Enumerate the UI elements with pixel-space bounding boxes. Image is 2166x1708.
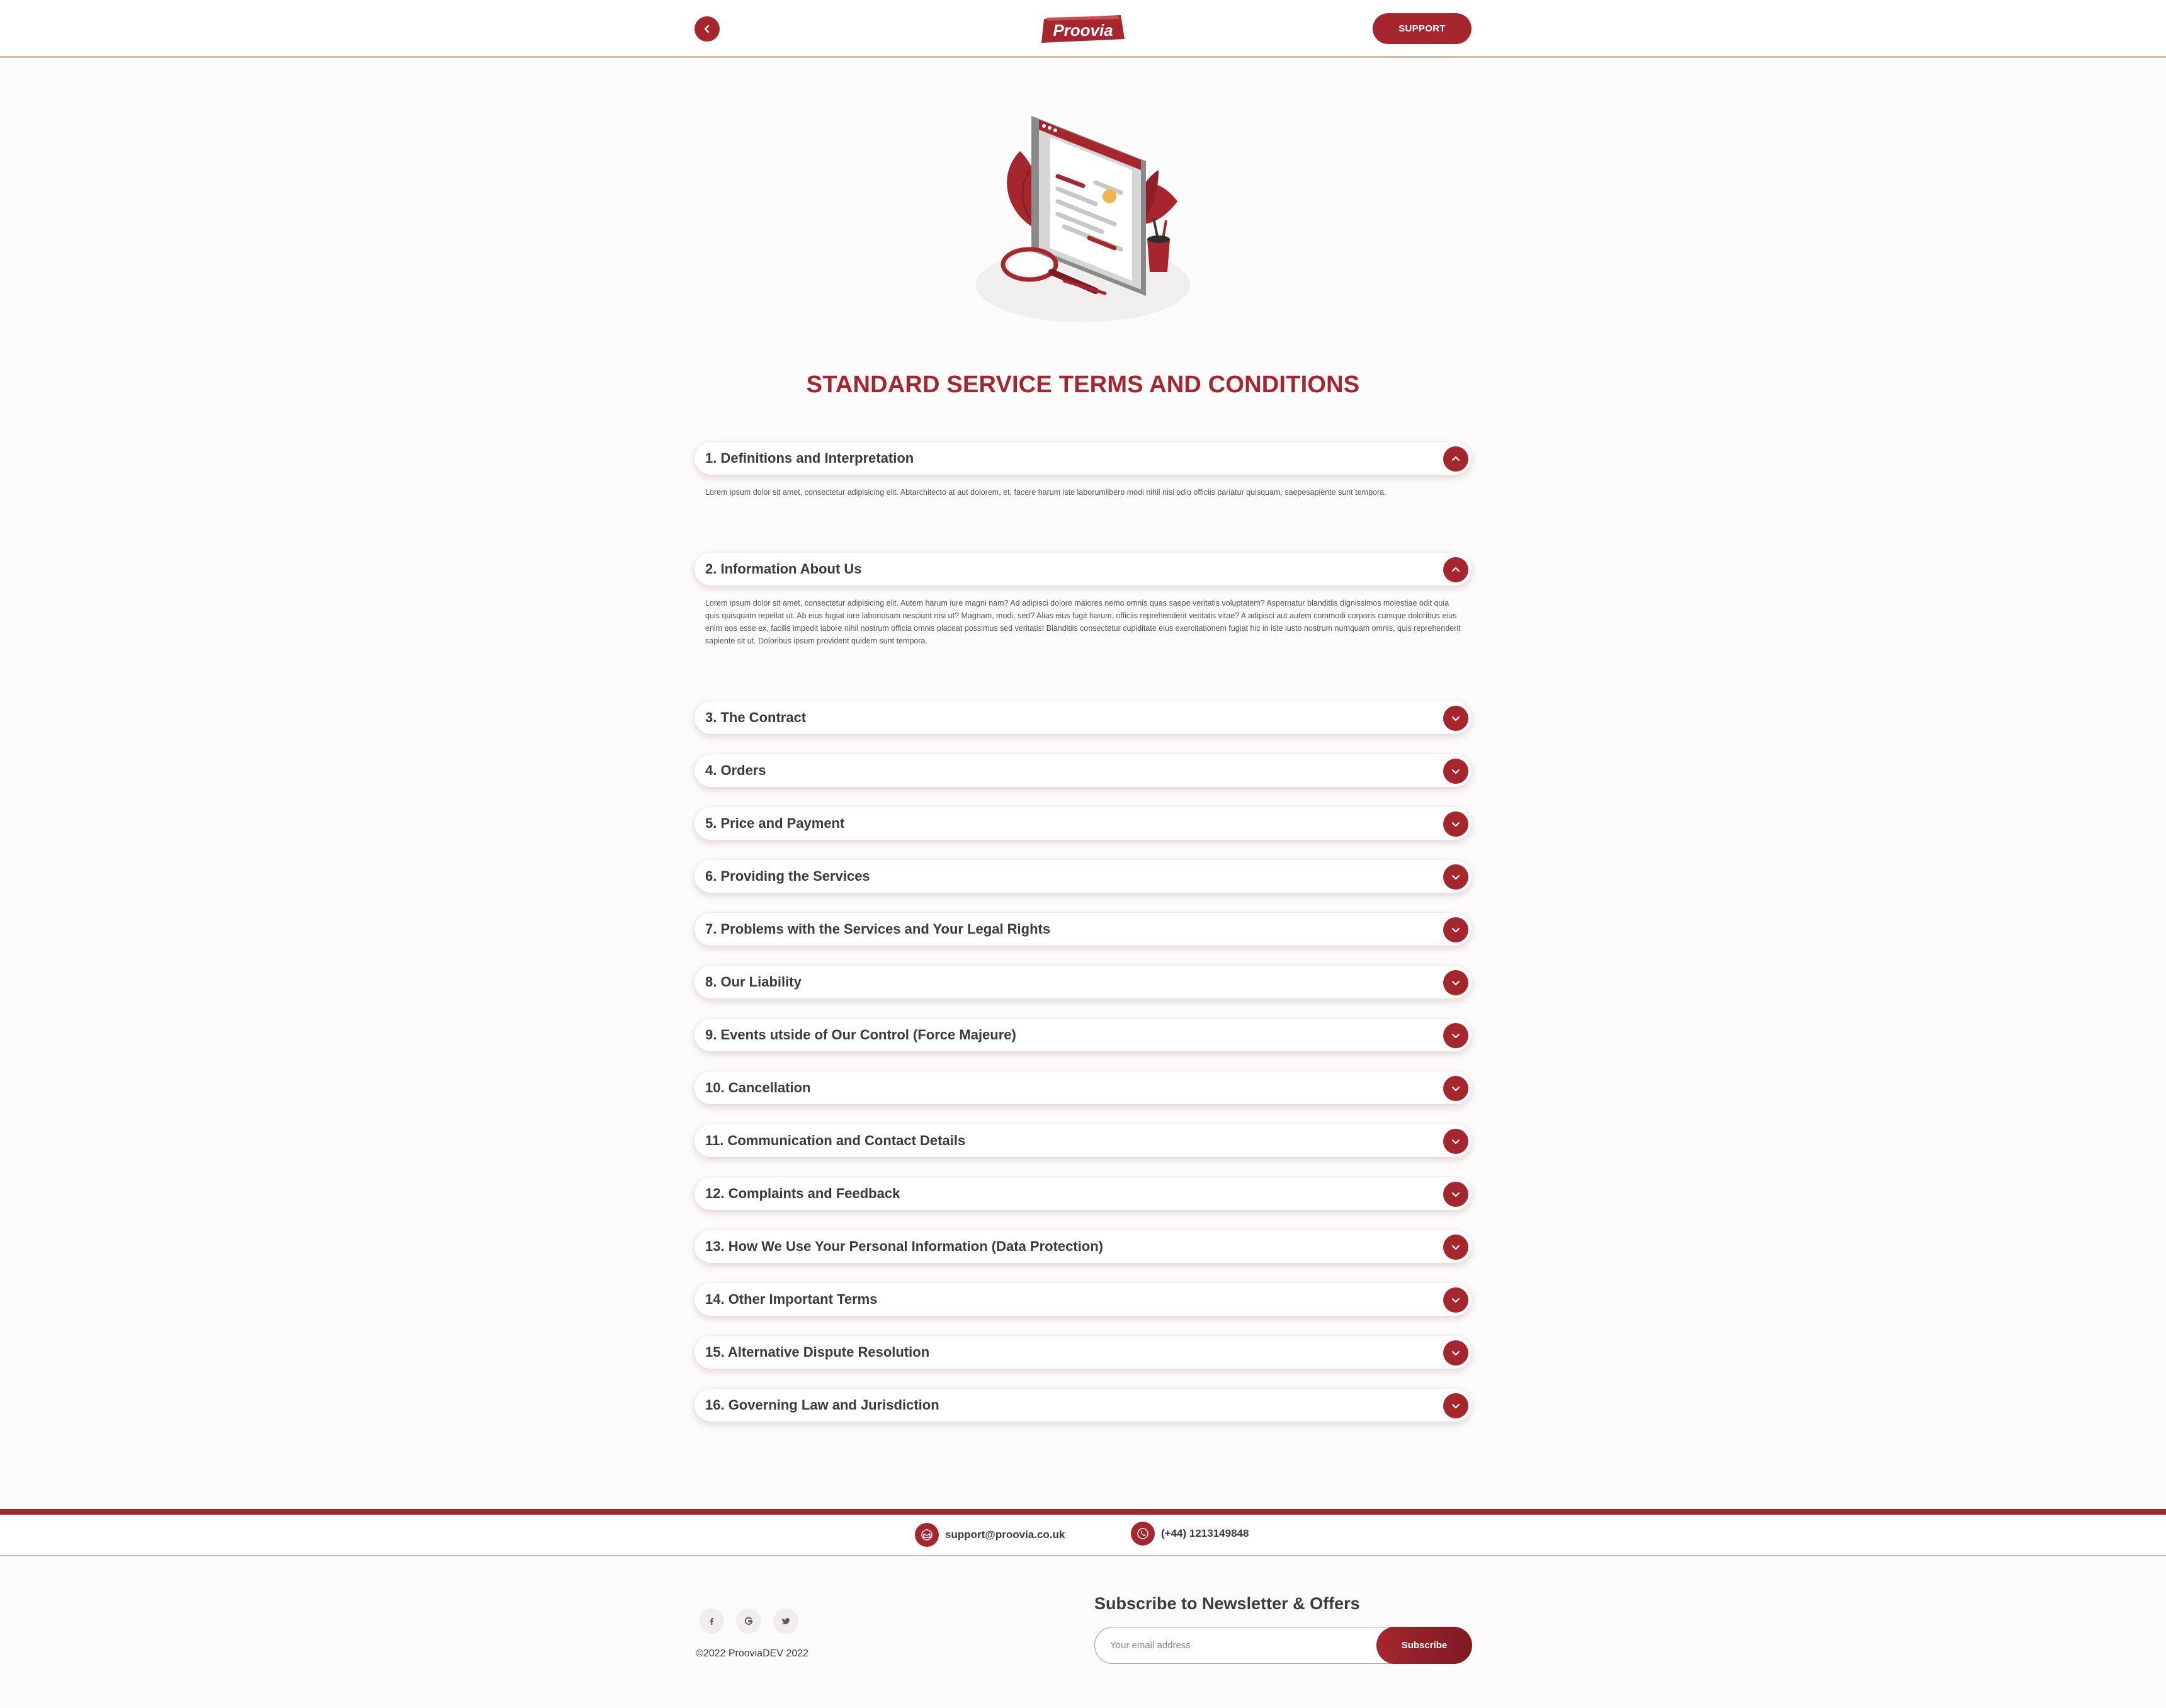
accordion-item-price-and-payment[interactable]: 5. Price and Payment xyxy=(695,807,1471,840)
accordion-toggle[interactable] xyxy=(1443,864,1468,890)
chevron-down-icon xyxy=(1451,822,1460,827)
accordion-label: 8. Our Liability xyxy=(705,974,802,990)
top-header: Proovia SUPPORT xyxy=(0,0,2166,58)
chevron-up-icon xyxy=(1451,567,1460,572)
chevron-down-icon xyxy=(1451,1033,1460,1039)
accordion-item-data-protection[interactable]: 13. How We Use Your Personal Information… xyxy=(695,1230,1471,1263)
chevron-down-icon xyxy=(1451,716,1460,721)
chevron-down-icon xyxy=(1451,927,1460,933)
page-title: STANDARD SERVICE TERMS AND CONDITIONS xyxy=(806,371,1360,398)
facebook-icon xyxy=(710,1618,713,1625)
facebook-button[interactable] xyxy=(699,1609,724,1634)
accordion-toggle[interactable] xyxy=(1443,557,1468,582)
accordion-label: 2. Information About Us xyxy=(705,561,862,577)
subscribe-button[interactable]: Subscribe xyxy=(1376,1627,1472,1664)
accordion-label: 13. How We Use Your Personal Information… xyxy=(705,1238,1104,1254)
accordion-toggle[interactable] xyxy=(1443,759,1468,784)
accordion-label: 12. Complaints and Feedback xyxy=(705,1185,900,1201)
accordion-item-governing-law[interactable]: 16. Governing Law and Jurisdiction xyxy=(695,1389,1471,1422)
google-button[interactable] xyxy=(736,1609,761,1634)
terms-illustration xyxy=(970,107,1196,334)
accordion-body-information-about-us: Lorem ipsum dolor sit amet, consectetur … xyxy=(705,599,1461,645)
google-icon xyxy=(744,1617,753,1625)
accordion-toggle[interactable] xyxy=(1443,1287,1468,1313)
accordion-label: 9. Events utside of Our Control (Force M… xyxy=(705,1027,1016,1043)
chevron-down-icon xyxy=(1451,1245,1460,1250)
accordion-item-force-majeure[interactable]: 9. Events utside of Our Control (Force M… xyxy=(695,1019,1471,1051)
phone-icon xyxy=(1131,1522,1155,1546)
accordion-toggle[interactable] xyxy=(1443,970,1468,995)
accordion-item-the-contract[interactable]: 3. The Contract xyxy=(695,701,1471,734)
accordion-label: 5. Price and Payment xyxy=(705,815,845,831)
support-button[interactable]: SUPPORT xyxy=(1373,13,1471,44)
email-icon xyxy=(915,1523,939,1547)
accordion-label: 16. Governing Law and Jurisdiction xyxy=(705,1397,939,1413)
accordion-item-providing-the-services[interactable]: 6. Providing the Services xyxy=(695,860,1471,893)
accordion-item-dispute-resolution[interactable]: 15. Alternative Dispute Resolution xyxy=(695,1336,1471,1369)
accordion-toggle[interactable] xyxy=(1443,917,1468,942)
contact-phone[interactable]: (+44) 1213149848 xyxy=(1131,1522,1249,1546)
accordion-item-orders[interactable]: 4. Orders xyxy=(695,754,1471,787)
chevron-down-icon xyxy=(1451,874,1460,880)
footer-accent-bar xyxy=(0,1509,2166,1515)
chevron-up-icon xyxy=(1451,456,1460,461)
accordion-item-complaints[interactable]: 12. Complaints and Feedback xyxy=(695,1177,1471,1210)
accordion-toggle[interactable] xyxy=(1443,1182,1468,1207)
copyright-text: ©2022 ProoviaDEV 2022 xyxy=(696,1648,809,1659)
chevron-down-icon xyxy=(1451,1350,1460,1356)
accordion-toggle[interactable] xyxy=(1443,1393,1468,1418)
accordion-toggle[interactable] xyxy=(1443,1235,1468,1260)
accordion-label: 3. The Contract xyxy=(705,710,807,725)
accordion-toggle[interactable] xyxy=(1443,1076,1468,1101)
chevron-down-icon xyxy=(1451,1192,1460,1197)
contact-phone-text: (+44) 1213149848 xyxy=(1161,1527,1249,1539)
twitter-button[interactable] xyxy=(773,1609,798,1634)
proovia-logo[interactable]: Proovia xyxy=(1040,14,1126,44)
chevron-down-icon xyxy=(1451,980,1460,986)
chevron-down-icon xyxy=(1451,1298,1460,1303)
accordion-label: 10. Cancellation xyxy=(705,1080,811,1095)
accordion-body-definitions: Lorem ipsum dolor sit amet, consectetur … xyxy=(705,488,1386,497)
accordion-toggle[interactable] xyxy=(1443,812,1468,837)
chevron-down-icon xyxy=(1451,769,1460,774)
accordion-item-definitions[interactable]: 1. Definitions and Interpretation xyxy=(695,442,1471,475)
accordion-toggle[interactable] xyxy=(1443,446,1468,472)
chevron-down-icon xyxy=(1451,1403,1460,1409)
accordion-label: 14. Other Important Terms xyxy=(705,1291,878,1307)
contact-email[interactable]: support@proovia.co.uk xyxy=(915,1523,1065,1547)
accordion-item-problems-and-legal-rights[interactable]: 7. Problems with the Services and Your L… xyxy=(695,913,1471,946)
accordion-item-communication[interactable]: 11. Communication and Contact Details xyxy=(695,1124,1471,1157)
back-button[interactable] xyxy=(695,16,720,42)
chevron-down-icon xyxy=(1451,1086,1460,1092)
accordion-label: 11. Communication and Contact Details xyxy=(705,1133,966,1148)
chevron-down-icon xyxy=(1451,1139,1460,1145)
accordion-toggle[interactable] xyxy=(1443,1340,1468,1366)
contact-email-text: support@proovia.co.uk xyxy=(945,1529,1065,1541)
twitter-icon xyxy=(781,1617,791,1625)
accordion-item-information-about-us[interactable]: 2. Information About Us xyxy=(695,553,1471,585)
accordion-item-cancellation[interactable]: 10. Cancellation xyxy=(695,1072,1471,1104)
accordion-label: 4. Orders xyxy=(705,762,766,778)
accordion-toggle[interactable] xyxy=(1443,1023,1468,1048)
chevron-left-icon xyxy=(704,25,710,33)
svg-text:Proovia: Proovia xyxy=(1053,21,1113,40)
accordion-label: 1. Definitions and Interpretation xyxy=(705,450,914,466)
accordion-toggle[interactable] xyxy=(1443,1129,1468,1154)
accordion-label: 15. Alternative Dispute Resolution xyxy=(705,1344,930,1360)
accordion-item-other-terms[interactable]: 14. Other Important Terms xyxy=(695,1283,1471,1316)
newsletter-title: Subscribe to Newsletter & Offers xyxy=(1094,1594,1360,1613)
accordion-label: 6. Providing the Services xyxy=(705,868,870,884)
accordion-toggle[interactable] xyxy=(1443,706,1468,731)
accordion-label: 7. Problems with the Services and Your L… xyxy=(705,921,1051,937)
accordion-item-our-liability[interactable]: 8. Our Liability xyxy=(695,966,1471,998)
contact-row: support@proovia.co.uk (+44) 1213149848 xyxy=(0,1515,2166,1556)
